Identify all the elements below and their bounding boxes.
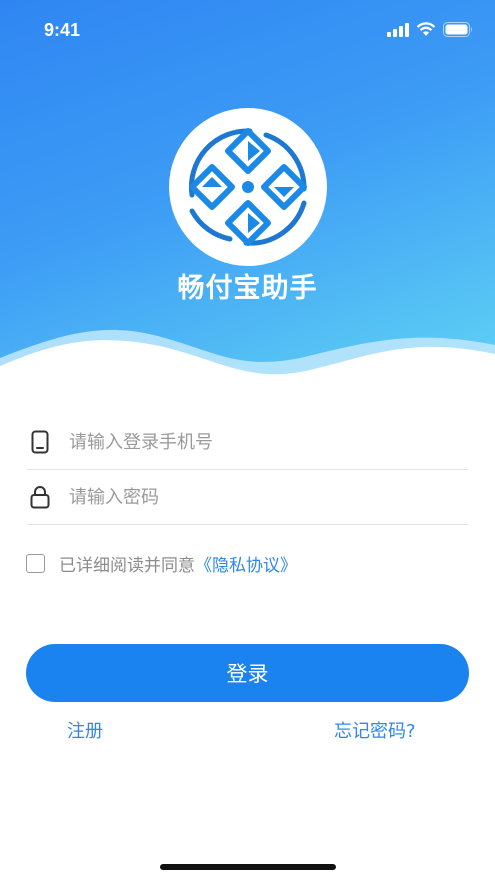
register-link[interactable]: 注册 [67, 717, 103, 743]
agreement-row: 已详细阅读并同意 《隐私协议》 [26, 551, 297, 576]
status-time: 9:41 [44, 20, 81, 40]
forgot-password-link[interactable]: 忘记密码? [334, 717, 416, 743]
lock-icon [27, 484, 53, 510]
password-field [27, 470, 468, 525]
agreement-checkbox[interactable] [26, 554, 45, 573]
phone-icon [27, 429, 53, 455]
phone-input[interactable] [67, 430, 451, 454]
privacy-agreement-link[interactable]: 《隐私协议》 [195, 551, 297, 576]
home-indicator [160, 864, 336, 870]
wifi-icon [416, 22, 436, 36]
app-name: 畅付宝助手 [177, 273, 318, 304]
login-button[interactable]: 登录 [26, 644, 469, 702]
wave-decoration [0, 329, 495, 400]
signal-icon [387, 22, 409, 37]
battery-icon [443, 22, 472, 37]
status-icons [387, 22, 473, 37]
status-bar: 9:41 [0, 0, 495, 64]
phone-field [27, 415, 468, 470]
app-logo [169, 108, 327, 266]
password-input[interactable] [67, 485, 451, 509]
agreement-text: 已详细阅读并同意 [59, 556, 195, 576]
